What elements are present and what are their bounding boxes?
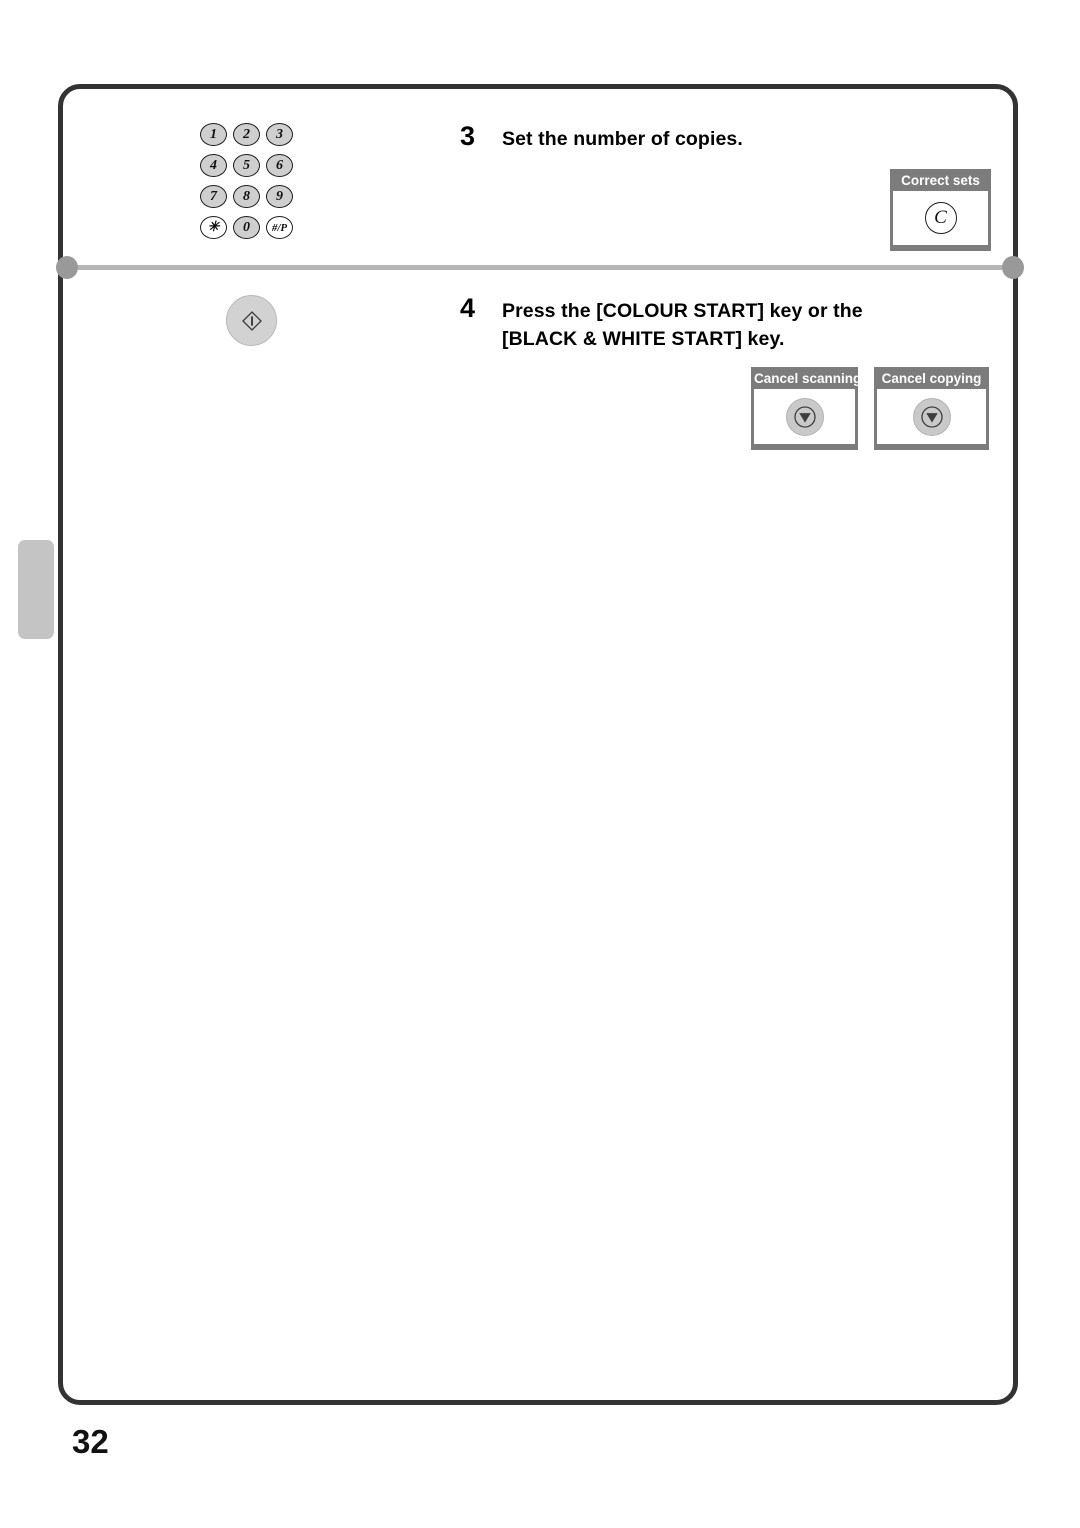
- start-diamond-icon: [241, 310, 262, 331]
- step-3-instruction: Set the number of copies.: [502, 128, 743, 150]
- callout-cancel-copying: Cancel copying: [874, 367, 989, 450]
- keypad-key-6[interactable]: 6: [266, 154, 293, 177]
- stop-triangle-icon: [920, 405, 943, 428]
- keypad-key-5[interactable]: 5: [233, 154, 260, 177]
- callout-cancel-scanning-body: [754, 389, 855, 444]
- stop-triangle-icon: [793, 405, 816, 428]
- step-4-number: 4: [460, 293, 476, 323]
- callout-cancel-scanning: Cancel scanning: [751, 367, 862, 450]
- keypad-key-1[interactable]: 1: [200, 123, 227, 146]
- keypad-key-8[interactable]: 8: [233, 185, 260, 208]
- stop-key-icon[interactable]: [912, 397, 951, 436]
- callout-cancel-scanning-label: Cancel scanning: [754, 371, 862, 386]
- section-divider: [56, 256, 1024, 279]
- numeric-keypad: 1 2 3 4 5 6 7 8 9 ✳ 0 #/P: [200, 123, 298, 247]
- step-3-number: 3: [460, 121, 476, 151]
- keypad-key-hash-p[interactable]: #/P: [266, 216, 293, 239]
- start-key-icon[interactable]: [226, 295, 277, 346]
- keypad-key-asterisk[interactable]: ✳: [200, 216, 227, 239]
- page-number: 32: [72, 1423, 109, 1460]
- callout-cancel-copying-body: [877, 389, 986, 444]
- keypad-key-7[interactable]: 7: [200, 185, 227, 208]
- page-frame: [58, 84, 1018, 1405]
- callout-correct-sets: Correct sets C: [890, 169, 991, 251]
- keypad-key-3[interactable]: 3: [266, 123, 293, 146]
- clear-key-icon[interactable]: C: [924, 202, 957, 234]
- stop-key-icon[interactable]: [785, 397, 824, 436]
- section-thumb-tab: [18, 540, 54, 639]
- divider-endcap-right: [1002, 256, 1024, 279]
- keypad-key-9[interactable]: 9: [266, 185, 293, 208]
- callout-cancel-copying-label: Cancel copying: [881, 371, 982, 386]
- keypad-key-0[interactable]: 0: [233, 216, 260, 239]
- keypad-key-2[interactable]: 2: [233, 123, 260, 146]
- step-4-instruction: Press the [COLOUR START] key or the [BLA…: [502, 300, 863, 350]
- keypad-key-4[interactable]: 4: [200, 154, 227, 177]
- callout-correct-sets-label: Correct sets: [901, 173, 980, 188]
- callout-correct-sets-body: C: [893, 191, 988, 245]
- divider-endcap-left: [56, 256, 78, 279]
